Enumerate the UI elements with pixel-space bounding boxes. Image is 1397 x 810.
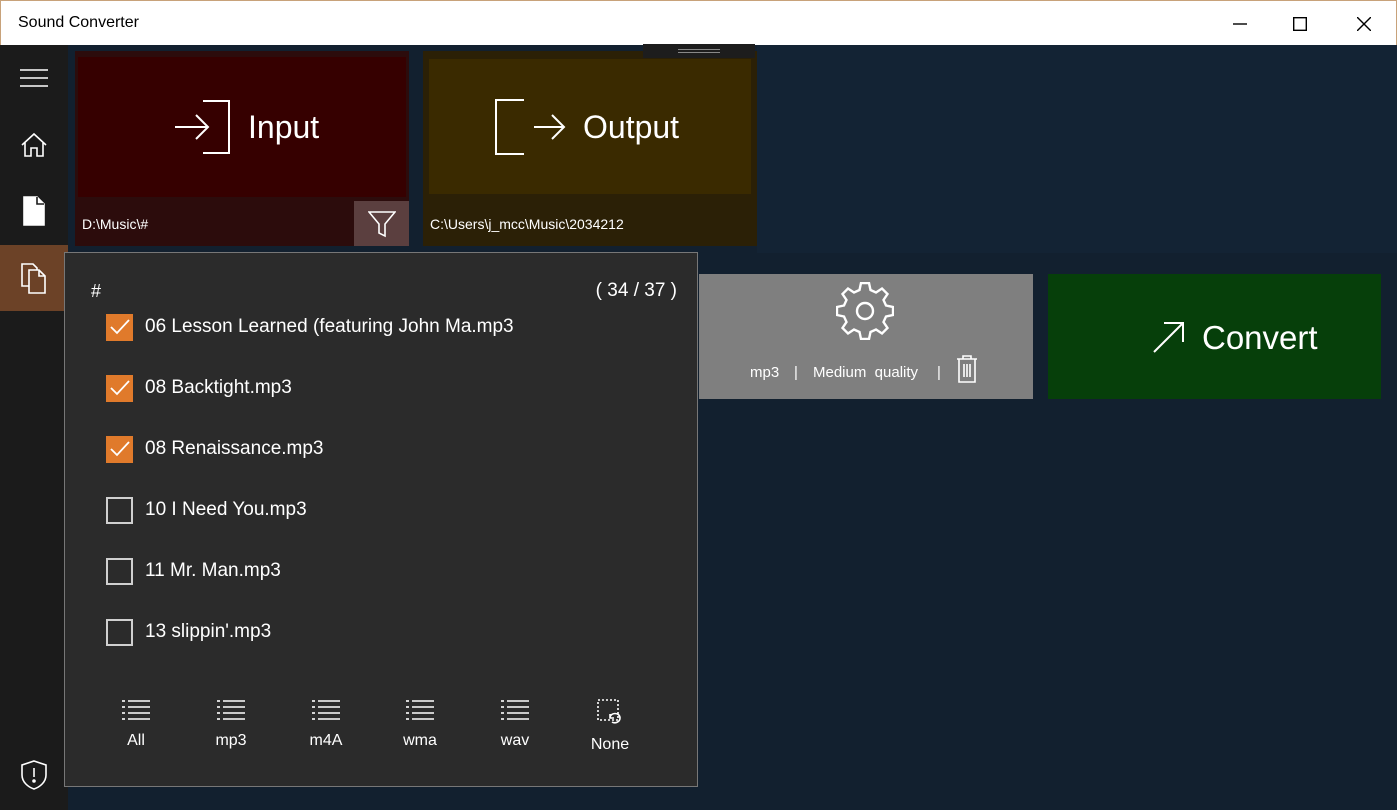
input-path: D:\Music\# (82, 216, 149, 232)
file-name: 13 slippin'.mp3 (145, 621, 272, 642)
nav-home-button[interactable] (0, 112, 68, 178)
filter-mp3-button[interactable]: mp3 (196, 698, 266, 758)
input-label: Input (248, 109, 320, 145)
gear-icon (836, 282, 894, 340)
file-list-item[interactable]: 08 Renaissance.mp3 (106, 434, 324, 464)
hamburger-menu-button[interactable] (0, 45, 68, 111)
maximize-button[interactable] (1268, 1, 1332, 46)
shield-icon (21, 760, 47, 790)
window-title: Sound Converter (18, 14, 139, 31)
close-icon (1357, 16, 1371, 31)
file-checkbox[interactable] (106, 557, 133, 585)
nav-file-button[interactable] (0, 178, 68, 244)
input-tile[interactable]: Input D:\Music\# (75, 51, 409, 246)
file-name: 10 I Need You.mp3 (145, 499, 307, 520)
file-name: 06 Lesson Learned (featuring John Ma.mp3 (145, 316, 514, 337)
arrow-up-right-icon (1153, 322, 1184, 353)
file-name: 11 Mr. Man.mp3 (145, 560, 281, 581)
conversion-settings[interactable]: mp3 | Medium quality | (699, 274, 1033, 399)
output-tile[interactable]: Output C:\Users\j_mcc\Music\2034212 (423, 51, 757, 246)
filter-icon (367, 210, 396, 237)
list-icon (217, 700, 245, 720)
file-checkbox[interactable] (106, 496, 133, 524)
checkmark-icon (109, 319, 130, 335)
separator: | (794, 364, 798, 381)
file-checkbox[interactable] (106, 435, 133, 463)
file-checkbox[interactable] (106, 618, 133, 646)
filter-none-button[interactable]: None (575, 698, 645, 758)
list-icon (122, 700, 150, 720)
filter-all-button[interactable]: All (101, 698, 171, 758)
close-button[interactable] (1332, 1, 1396, 46)
checkmark-icon (109, 441, 130, 457)
filter-button[interactable] (354, 201, 409, 246)
title-bar: Sound Converter (0, 0, 1397, 45)
checkmark-icon (109, 380, 130, 396)
sidebar (0, 45, 68, 810)
file-list-item[interactable]: 11 Mr. Man.mp3 (106, 556, 281, 586)
nav-shield-button[interactable] (0, 742, 68, 808)
nav-files-button[interactable] (0, 245, 68, 311)
convert-button[interactable]: Convert (1048, 274, 1381, 399)
folder-name: # (91, 281, 102, 301)
filter-label: mp3 (215, 732, 247, 749)
format-value: mp3 (750, 364, 780, 381)
separator: | (937, 364, 941, 381)
selection-count: ( 34 / 37 ) (595, 280, 677, 301)
file-list-item[interactable]: 13 slippin'.mp3 (106, 617, 271, 647)
file-list-item[interactable]: 06 Lesson Learned (featuring John Ma.mp3 (106, 312, 514, 342)
output-icon (495, 99, 566, 155)
file-name: 08 Renaissance.mp3 (145, 438, 324, 459)
input-tile-face (78, 57, 406, 197)
filter-label: None (590, 736, 630, 753)
home-icon (21, 132, 47, 157)
drag-grip[interactable] (643, 44, 755, 58)
copy-files-icon (21, 263, 46, 294)
filter-label: wav (500, 732, 530, 749)
quality-value: Medium quality (813, 364, 919, 381)
input-icon (175, 100, 230, 154)
deselect-icon (597, 699, 621, 724)
filter-m4a-button[interactable]: m4A (291, 698, 361, 758)
filter-wma-button[interactable]: wma (385, 698, 455, 758)
minimize-button[interactable] (1208, 1, 1272, 46)
header-background (757, 45, 1397, 253)
file-list-item[interactable]: 08 Backtight.mp3 (106, 373, 292, 403)
file-list-item[interactable]: 10 I Need You.mp3 (106, 495, 307, 525)
output-path: C:\Users\j_mcc\Music\2034212 (430, 216, 624, 232)
file-selection-popup: # ( 34 / 37 ) 06 Lesson Learned (featuri… (64, 252, 698, 787)
filter-label: wma (403, 732, 437, 749)
file-name: 08 Backtight.mp3 (145, 377, 292, 398)
file-icon (23, 196, 45, 226)
convert-label: Convert (1202, 319, 1318, 356)
list-icon (501, 700, 529, 720)
output-label: Output (583, 109, 680, 145)
list-icon (406, 700, 434, 720)
minimize-icon (1233, 22, 1247, 25)
hamburger-icon (20, 69, 48, 87)
filter-label: m4A (309, 732, 343, 749)
filter-wav-button[interactable]: wav (480, 698, 550, 758)
maximize-icon (1293, 16, 1307, 31)
file-checkbox[interactable] (106, 374, 133, 402)
trash-icon[interactable] (956, 355, 978, 383)
list-icon (312, 700, 340, 720)
filter-label: All (127, 732, 145, 749)
file-checkbox[interactable] (106, 313, 133, 341)
